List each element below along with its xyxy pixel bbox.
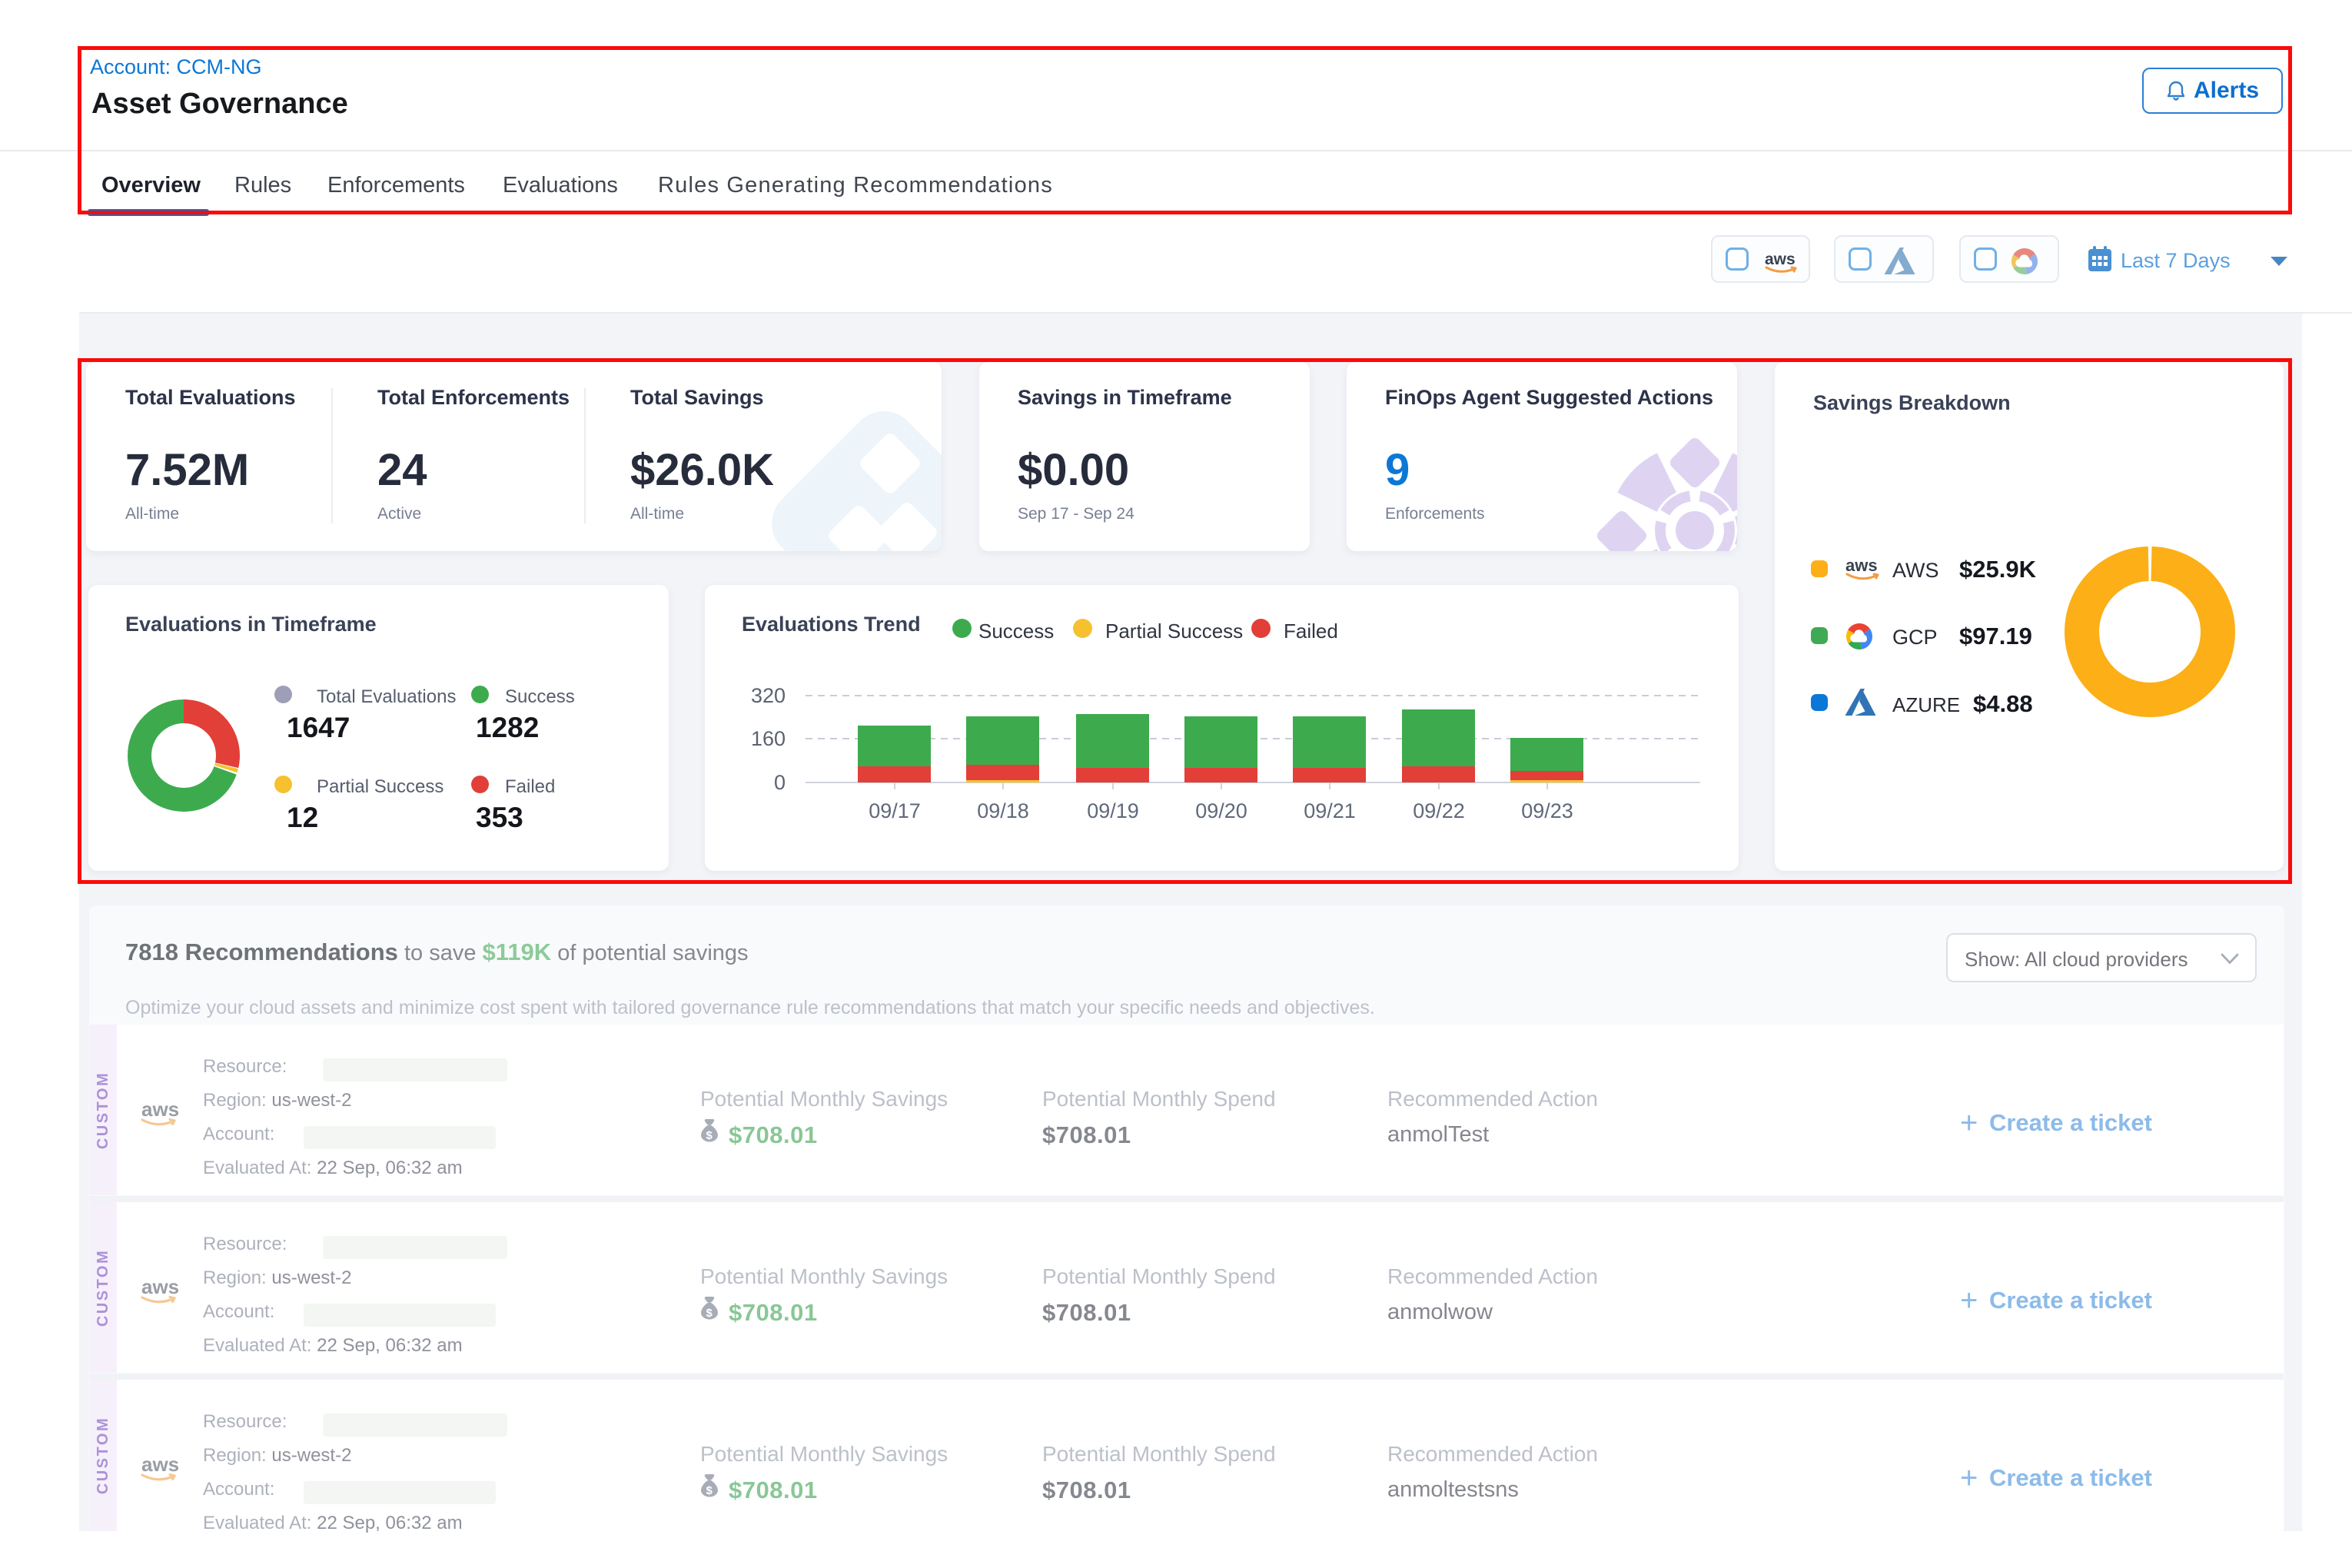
svg-text:aws: aws bbox=[141, 1275, 179, 1298]
svg-text:aws: aws bbox=[1765, 251, 1796, 268]
svg-text:$: $ bbox=[706, 1484, 713, 1497]
svg-text:aws: aws bbox=[141, 1453, 179, 1476]
svg-text:$: $ bbox=[706, 1307, 713, 1320]
svg-text:aws: aws bbox=[141, 1098, 179, 1121]
svg-text:$: $ bbox=[706, 1129, 713, 1142]
